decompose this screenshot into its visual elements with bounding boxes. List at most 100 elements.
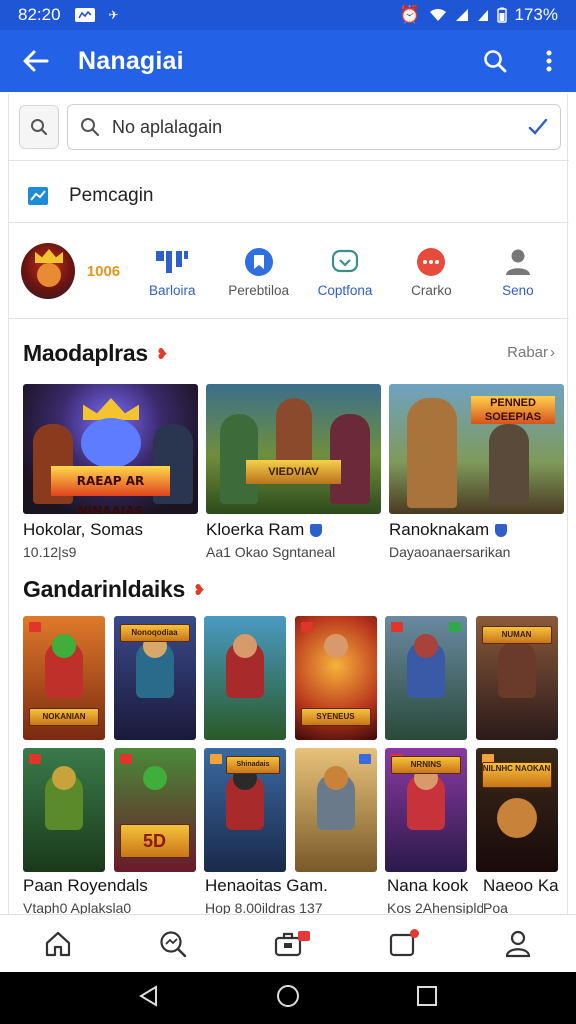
quick-action-seno[interactable]: Seno: [475, 245, 561, 298]
featured-game-card[interactable]: VIEDVIAV Kloerka Ram Aa1 Okao Sgntaneal: [206, 384, 381, 560]
home-icon: [45, 931, 70, 956]
system-recents-button[interactable]: [416, 985, 438, 1012]
nav-profile[interactable]: [488, 919, 548, 969]
game-title: Kloerka Ram: [206, 520, 305, 539]
section-title: Maodaplras: [23, 340, 148, 366]
game-tile[interactable]: [23, 748, 105, 872]
game-subtitle: Aa1 Okao Sgntaneal: [206, 544, 336, 560]
heart-icon: ❥: [155, 345, 169, 363]
game-tile[interactable]: Shinadais: [204, 748, 286, 872]
quick-action-label: Barloira: [148, 282, 196, 298]
grid-label[interactable]: Nana kook Kos 2Ahensipldaka: [387, 876, 483, 916]
nav-messages[interactable]: [373, 919, 433, 969]
arrow-left-icon: [23, 50, 49, 72]
badge-icon: [297, 930, 310, 941]
nav-home[interactable]: [28, 919, 88, 969]
nav-search[interactable]: [143, 919, 203, 969]
bar-chart-icon: [156, 250, 189, 273]
game-logo: RAEAP AR NINAAIAS: [51, 466, 170, 514]
battery-icon: [496, 7, 507, 23]
alarm-icon: ⏰: [399, 5, 421, 24]
game-tile[interactable]: NRNINS: [385, 748, 467, 872]
tile-logo: 5D: [119, 824, 190, 858]
badge-icon: [449, 622, 461, 632]
grid-labels-row: Paan Royendals Vtaph0 Aplaksla0 Henaoita…: [23, 876, 576, 916]
tile-logo: Nonoqodiaa: [119, 624, 190, 642]
game-title: Naeoo Ka: [483, 876, 559, 895]
avatar[interactable]: [21, 243, 75, 299]
search-trend-icon: [160, 930, 186, 957]
game-tile[interactable]: [385, 616, 467, 740]
app-bar: Nanagiai: [0, 30, 576, 92]
quick-action-crarko[interactable]: Crarko: [388, 245, 474, 298]
game-logo: VIEDVIAV: [246, 460, 341, 484]
game-title: Paan Royendals: [23, 876, 148, 895]
page-title: Nanagiai: [78, 46, 184, 75]
divider: [9, 318, 569, 319]
game-tile[interactable]: NUMAN: [475, 616, 558, 740]
badge-icon: [358, 754, 371, 764]
quick-action-label: Crarko: [411, 282, 452, 298]
game-artwork: RAEAP AR NINAAIAS: [23, 384, 198, 514]
grid-label[interactable]: Henaoitas Gam. Hop 8.00ildras 137: [205, 876, 387, 916]
search-row: No aplalagain: [19, 104, 561, 150]
verified-shield-icon: [310, 523, 323, 537]
nav-library[interactable]: [258, 919, 318, 969]
quick-action-label: Coptfona: [317, 282, 373, 298]
tile-logo: NOKANIAN: [29, 708, 99, 726]
quick-action-coptfona[interactable]: Coptfona: [302, 245, 388, 298]
search-button[interactable]: [468, 30, 522, 92]
divider: [9, 160, 569, 161]
quick-action-label: Seno: [502, 282, 534, 298]
bottom-nav: [0, 914, 576, 972]
person-icon: [506, 930, 531, 957]
game-tile[interactable]: 5D: [113, 748, 196, 872]
back-button[interactable]: [0, 30, 72, 92]
signal-dot-icon: ✈: [108, 8, 119, 22]
tile-logo: NILNHC NAOKAN: [481, 762, 552, 788]
check-icon[interactable]: [528, 118, 548, 136]
game-tile[interactable]: NOKANIAN: [23, 616, 105, 740]
overflow-menu-button[interactable]: [522, 30, 576, 92]
grid-label[interactable]: Paan Royendals Vtaph0 Aplaksla0: [23, 876, 205, 916]
status-time: 82:20: [18, 5, 61, 24]
category-row[interactable]: Pemcagin: [27, 174, 154, 218]
game-title: Nana kook: [387, 876, 469, 895]
badge-icon: [300, 622, 313, 632]
search-icon: [31, 119, 48, 136]
tile-logo: NRNINS: [391, 756, 461, 774]
section-title: Gandarinldaiks: [23, 576, 185, 602]
featured-game-card[interactable]: RAEAP AR NINAAIAS Hokolar, Somas 10.12|s…: [23, 384, 198, 560]
category-label: Pemcagin: [69, 185, 154, 206]
trend-chart-icon: [28, 187, 48, 205]
quick-action-perebtiloa[interactable]: Perebtiloa: [215, 245, 301, 298]
game-subtitle: Dayaoanaersarikan: [389, 544, 511, 560]
score-value: 1006: [86, 262, 121, 280]
see-more-link[interactable]: Rabar ›: [507, 344, 555, 361]
game-tile[interactable]: [294, 748, 377, 872]
battery-level: 173%: [514, 5, 558, 24]
section-header: Maodaplras ❥: [23, 340, 168, 367]
game-tile[interactable]: SYENEUS: [294, 616, 377, 740]
game-tile[interactable]: Nonoqodiaa: [113, 616, 196, 740]
square-recents-icon: [417, 985, 437, 1006]
bookmark-icon: [244, 247, 273, 276]
more-vert-icon: [546, 50, 552, 72]
cell-signal-icon: [455, 9, 468, 21]
game-tile[interactable]: NILNHC NAOKAN: [475, 748, 558, 872]
chat-icon: [331, 249, 359, 272]
circle-home-icon: [277, 984, 299, 1007]
badge-icon: [29, 754, 41, 764]
game-grid: NOKANIAN Nonoqodiaa SYENEUS NUMAN 5D Shi…: [23, 616, 563, 872]
system-back-button[interactable]: [138, 984, 160, 1012]
badge-icon: [29, 622, 41, 632]
game-tile[interactable]: [204, 616, 286, 740]
badge-icon: [119, 754, 132, 764]
featured-game-card[interactable]: PENNED SOEEPIAS Ranoknakam Dayaoanaersar…: [389, 384, 564, 560]
search-input[interactable]: No aplalagain: [67, 104, 561, 150]
grid-label[interactable]: Naeoo Ka Poa: [483, 876, 563, 916]
tile-logo: NUMAN: [481, 626, 552, 644]
system-home-button[interactable]: [276, 984, 300, 1013]
search-filter-button[interactable]: [19, 105, 59, 149]
quick-action-barloira[interactable]: Barloira: [129, 245, 215, 298]
